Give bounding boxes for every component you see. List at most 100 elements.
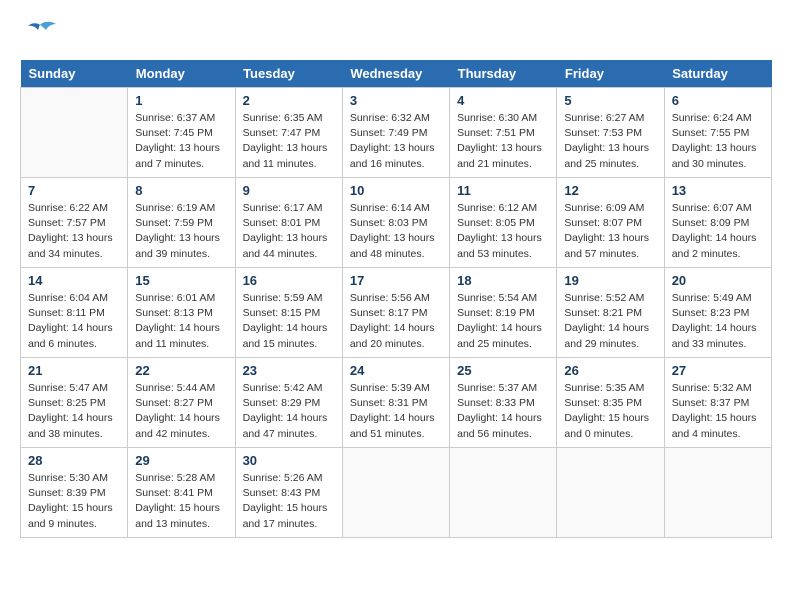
day-info: Sunrise: 5:37 AMSunset: 8:33 PMDaylight:… (457, 381, 549, 442)
day-cell: 30Sunrise: 5:26 AMSunset: 8:43 PMDayligh… (235, 448, 342, 538)
day-cell: 2 Sunrise: 6:35 AMSunset: 7:47 PMDaylight… (235, 88, 342, 178)
week-row-2: 7Sunrise: 6:22 AMSunset: 7:57 PMDaylight… (21, 178, 772, 268)
week-row-5: 28 Sunrise: 5:30 AMSunset: 8:39 PMDayligh… (21, 448, 772, 538)
column-header-wednesday: Wednesday (342, 60, 449, 88)
day-cell: 28 Sunrise: 5:30 AMSunset: 8:39 PMDayligh… (21, 448, 128, 538)
page-header (20, 20, 772, 50)
day-number: 12 (564, 183, 656, 198)
day-info: Sunrise: 6:09 AMSunset: 8:07 PMDaylight:… (564, 201, 656, 262)
day-cell: 15 Sunrise: 6:01 AMSunset: 8:13 PMDayligh… (128, 268, 235, 358)
day-cell: 4 Sunrise: 6:30 AMSunset: 7:51 PMDaylight… (450, 88, 557, 178)
day-number: 16 (243, 273, 335, 288)
day-number: 3 (350, 93, 442, 108)
day-info: Sunrise: 5:35 AMSunset: 8:35 PMDaylight:… (564, 381, 656, 442)
day-number: 29 (135, 453, 227, 468)
column-header-friday: Friday (557, 60, 664, 88)
calendar-table: SundayMondayTuesdayWednesdayThursdayFrid… (20, 60, 772, 538)
day-info: Sunrise: 5:44 AMSunset: 8:27 PMDaylight:… (135, 381, 227, 442)
day-cell: 21 Sunrise: 5:47 AMSunset: 8:25 PMDayligh… (21, 358, 128, 448)
column-header-tuesday: Tuesday (235, 60, 342, 88)
column-header-saturday: Saturday (664, 60, 771, 88)
day-number: 2 (243, 93, 335, 108)
day-number: 11 (457, 183, 549, 198)
day-cell (664, 448, 771, 538)
day-number: 21 (28, 363, 120, 378)
day-cell: 1 Sunrise: 6:37 AMSunset: 7:45 PMDaylight… (128, 88, 235, 178)
day-cell: 8Sunrise: 6:19 AMSunset: 7:59 PMDaylight… (128, 178, 235, 268)
logo-bird-icon (22, 20, 58, 50)
day-number: 24 (350, 363, 442, 378)
day-info: Sunrise: 5:30 AMSunset: 8:39 PMDaylight:… (28, 471, 120, 532)
column-header-sunday: Sunday (21, 60, 128, 88)
day-number: 22 (135, 363, 227, 378)
day-info: Sunrise: 5:39 AMSunset: 8:31 PMDaylight:… (350, 381, 442, 442)
day-info: Sunrise: 5:32 AMSunset: 8:37 PMDaylight:… (672, 381, 764, 442)
day-number: 6 (672, 93, 764, 108)
day-info: Sunrise: 6:01 AMSunset: 8:13 PMDaylight:… (135, 291, 227, 352)
day-info: Sunrise: 6:32 AMSunset: 7:49 PMDaylight:… (350, 111, 442, 172)
day-info: Sunrise: 5:52 AMSunset: 8:21 PMDaylight:… (564, 291, 656, 352)
logo (20, 20, 58, 50)
day-info: Sunrise: 5:54 AMSunset: 8:19 PMDaylight:… (457, 291, 549, 352)
day-cell: 7Sunrise: 6:22 AMSunset: 7:57 PMDaylight… (21, 178, 128, 268)
column-header-thursday: Thursday (450, 60, 557, 88)
calendar-body: 1 Sunrise: 6:37 AMSunset: 7:45 PMDaylight… (21, 88, 772, 538)
day-cell: 20 Sunrise: 5:49 AMSunset: 8:23 PMDayligh… (664, 268, 771, 358)
day-cell: 16Sunrise: 5:59 AMSunset: 8:15 PMDayligh… (235, 268, 342, 358)
day-number: 26 (564, 363, 656, 378)
day-cell: 11 Sunrise: 6:12 AMSunset: 8:05 PMDayligh… (450, 178, 557, 268)
day-number: 18 (457, 273, 549, 288)
day-info: Sunrise: 6:04 AMSunset: 8:11 PMDaylight:… (28, 291, 120, 352)
day-cell: 6 Sunrise: 6:24 AMSunset: 7:55 PMDaylight… (664, 88, 771, 178)
day-number: 15 (135, 273, 227, 288)
day-cell: 18 Sunrise: 5:54 AMSunset: 8:19 PMDayligh… (450, 268, 557, 358)
day-info: Sunrise: 5:49 AMSunset: 8:23 PMDaylight:… (672, 291, 764, 352)
day-cell (342, 448, 449, 538)
day-info: Sunrise: 6:30 AMSunset: 7:51 PMDaylight:… (457, 111, 549, 172)
day-cell: 23 Sunrise: 5:42 AMSunset: 8:29 PMDayligh… (235, 358, 342, 448)
day-cell: 17Sunrise: 5:56 AMSunset: 8:17 PMDayligh… (342, 268, 449, 358)
day-cell (557, 448, 664, 538)
day-info: Sunrise: 5:28 AMSunset: 8:41 PMDaylight:… (135, 471, 227, 532)
day-number: 30 (243, 453, 335, 468)
day-info: Sunrise: 5:42 AMSunset: 8:29 PMDaylight:… (243, 381, 335, 442)
day-info: Sunrise: 6:35 AMSunset: 7:47 PMDaylight:… (243, 111, 335, 172)
day-info: Sunrise: 6:07 AMSunset: 8:09 PMDaylight:… (672, 201, 764, 262)
day-info: Sunrise: 6:19 AMSunset: 7:59 PMDaylight:… (135, 201, 227, 262)
day-number: 10 (350, 183, 442, 198)
day-info: Sunrise: 6:27 AMSunset: 7:53 PMDaylight:… (564, 111, 656, 172)
day-info: Sunrise: 6:14 AMSunset: 8:03 PMDaylight:… (350, 201, 442, 262)
calendar-header-row: SundayMondayTuesdayWednesdayThursdayFrid… (21, 60, 772, 88)
day-cell: 10 Sunrise: 6:14 AMSunset: 8:03 PMDayligh… (342, 178, 449, 268)
day-number: 7 (28, 183, 120, 198)
day-number: 5 (564, 93, 656, 108)
day-cell: 13 Sunrise: 6:07 AMSunset: 8:09 PMDayligh… (664, 178, 771, 268)
day-number: 27 (672, 363, 764, 378)
day-cell: 12 Sunrise: 6:09 AMSunset: 8:07 PMDayligh… (557, 178, 664, 268)
day-number: 28 (28, 453, 120, 468)
day-info: Sunrise: 5:47 AMSunset: 8:25 PMDaylight:… (28, 381, 120, 442)
day-number: 4 (457, 93, 549, 108)
day-number: 13 (672, 183, 764, 198)
day-info: Sunrise: 5:56 AMSunset: 8:17 PMDaylight:… (350, 291, 442, 352)
day-number: 19 (564, 273, 656, 288)
day-number: 9 (243, 183, 335, 198)
day-cell: 27 Sunrise: 5:32 AMSunset: 8:37 PMDayligh… (664, 358, 771, 448)
day-number: 20 (672, 273, 764, 288)
week-row-4: 21 Sunrise: 5:47 AMSunset: 8:25 PMDayligh… (21, 358, 772, 448)
day-cell: 22 Sunrise: 5:44 AMSunset: 8:27 PMDayligh… (128, 358, 235, 448)
day-number: 23 (243, 363, 335, 378)
day-cell: 9 Sunrise: 6:17 AMSunset: 8:01 PMDaylight… (235, 178, 342, 268)
day-info: Sunrise: 6:17 AMSunset: 8:01 PMDaylight:… (243, 201, 335, 262)
day-info: Sunrise: 6:24 AMSunset: 7:55 PMDaylight:… (672, 111, 764, 172)
day-cell: 5 Sunrise: 6:27 AMSunset: 7:53 PMDaylight… (557, 88, 664, 178)
day-info: Sunrise: 6:37 AMSunset: 7:45 PMDaylight:… (135, 111, 227, 172)
day-cell: 19 Sunrise: 5:52 AMSunset: 8:21 PMDayligh… (557, 268, 664, 358)
day-cell: 14 Sunrise: 6:04 AMSunset: 8:11 PMDayligh… (21, 268, 128, 358)
day-number: 14 (28, 273, 120, 288)
day-cell: 3 Sunrise: 6:32 AMSunset: 7:49 PMDaylight… (342, 88, 449, 178)
day-info: Sunrise: 6:12 AMSunset: 8:05 PMDaylight:… (457, 201, 549, 262)
day-number: 1 (135, 93, 227, 108)
day-cell: 29 Sunrise: 5:28 AMSunset: 8:41 PMDayligh… (128, 448, 235, 538)
column-header-monday: Monday (128, 60, 235, 88)
